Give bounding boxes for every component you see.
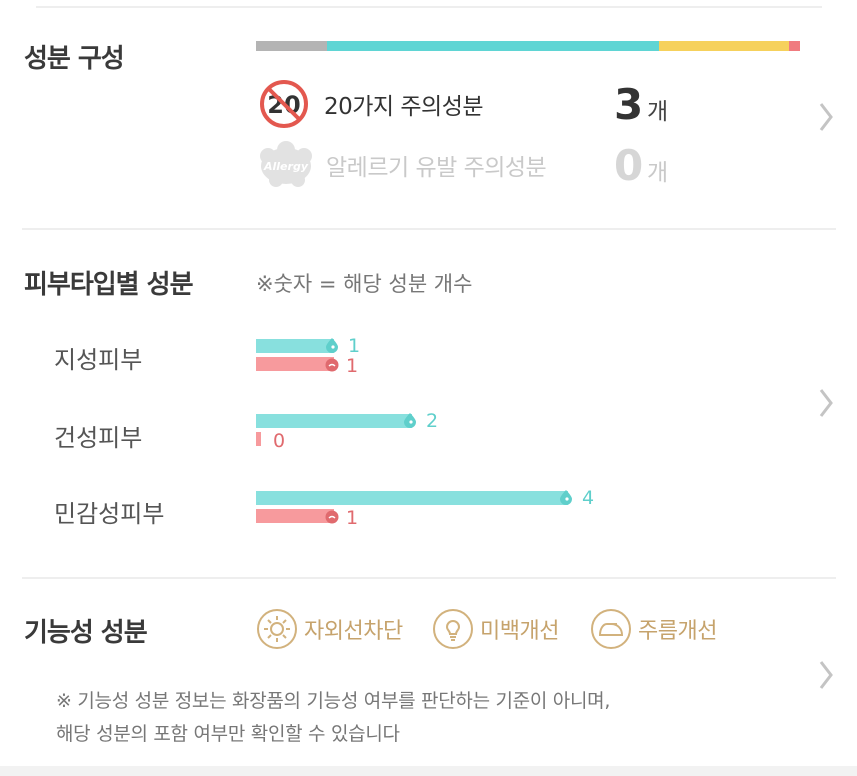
composition-bar: [256, 41, 800, 51]
no-20-icon: 20: [260, 80, 308, 128]
bar-good-sensitive: [256, 491, 568, 505]
bar-good-dry: [256, 414, 412, 428]
bad-count-dry: 0: [273, 430, 286, 452]
good-drop-icon: [326, 338, 338, 353]
skin-type-chevron-right-icon[interactable]: [819, 388, 833, 418]
functional-note-line1: ※ 기능성 성분 정보는 화장품의 기능성 여부를 판단하는 기준이 아니며,: [56, 690, 611, 712]
skin-label-sensitive: 민감성피부: [54, 500, 165, 528]
skin-type-note: ※숫자 = 해당 성분 개수: [256, 272, 473, 296]
caution20-label: 20가지 주의성분: [324, 94, 484, 120]
good-count-sensitive: 4: [582, 487, 595, 509]
chip-whitening: 미백개선: [432, 607, 559, 651]
sun-icon: [257, 609, 297, 649]
skin-type-title: 피부타입별 성분: [24, 270, 193, 300]
composition-segment-gray: [256, 41, 327, 51]
iron-icon: [591, 609, 631, 649]
allergy-count: 0: [614, 141, 644, 190]
caution20-row: 20 20가지 주의성분: [256, 79, 484, 129]
good-drop-icon: [560, 490, 572, 505]
composition-segment-teal: [326, 41, 659, 51]
bar-bad-oily: [256, 357, 334, 371]
bad-drop-icon: [325, 510, 339, 524]
bad-count-sensitive: 1: [346, 507, 359, 529]
allergy-label: 알레르기 유발 주의성분: [326, 155, 547, 181]
chip-whitening-label: 미백개선: [480, 619, 559, 644]
good-drop-icon: [404, 413, 416, 428]
composition-chevron-right-icon[interactable]: [819, 102, 833, 132]
functional-note-line2: 해당 성분의 포함 여부만 확인할 수 있습니다: [56, 723, 400, 745]
skin-label-dry: 건성피부: [54, 424, 143, 452]
bottom-band: [0, 766, 857, 776]
caution20-count: 3: [614, 80, 644, 129]
bar-bad-sensitive: [256, 509, 334, 523]
composition-title: 성분 구성: [24, 44, 125, 74]
caution20-unit: 개: [647, 99, 669, 125]
allergy-row: Allergy 알레르기 유발 주의성분: [256, 140, 547, 190]
allergy-icon-text: Allergy: [263, 160, 309, 173]
top-divider: [36, 6, 822, 8]
skin-label-oily: 지성피부: [54, 346, 143, 374]
chip-wrinkle: 주름개선: [590, 607, 717, 651]
allergy-unit: 개: [647, 160, 669, 186]
good-count-dry: 2: [426, 410, 439, 432]
composition-segment-red: [789, 41, 800, 51]
bar-bad-dry: [256, 432, 261, 446]
bad-drop-icon: [325, 358, 339, 372]
bad-count-oily: 1: [346, 355, 359, 377]
section-divider: [22, 577, 836, 579]
allergy-icon: Allergy: [260, 141, 312, 187]
bar-good-oily: [256, 339, 334, 353]
good-count-oily: 1: [348, 335, 361, 357]
composition-segment-yellow: [658, 41, 790, 51]
chip-uv-protection: 자외선차단: [256, 607, 403, 651]
chip-wrinkle-label: 주름개선: [638, 619, 717, 644]
chip-uv-protection-label: 자외선차단: [304, 619, 403, 644]
functional-title: 기능성 성분: [24, 618, 148, 648]
section-divider: [22, 228, 836, 230]
lightbulb-icon: [433, 609, 473, 649]
functional-chevron-right-icon[interactable]: [819, 660, 833, 690]
